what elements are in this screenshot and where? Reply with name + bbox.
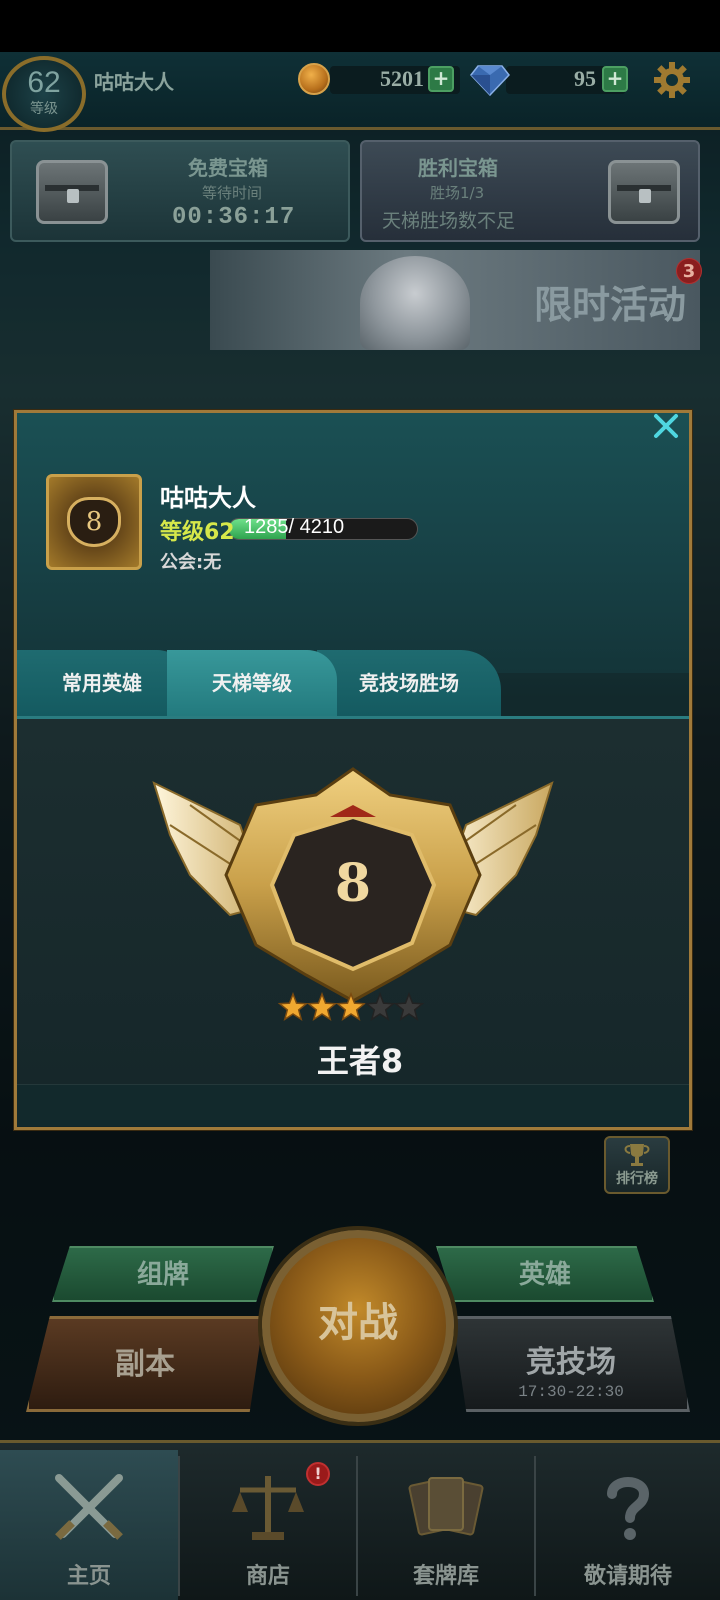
status-bar	[0, 0, 720, 52]
free-chest-timer: 00:36:17	[172, 204, 296, 231]
close-icon[interactable]	[652, 412, 680, 440]
event-character-art	[360, 256, 470, 350]
heroes-button[interactable]: 英雄	[436, 1246, 654, 1302]
chest-icon	[36, 160, 108, 224]
diamond-icon	[470, 65, 510, 96]
free-chest-title: 免费宝箱	[188, 156, 268, 180]
add-gold-button[interactable]: +	[428, 66, 454, 92]
trophy-icon	[624, 1144, 650, 1166]
nav-shop-label: 商店	[245, 1564, 290, 1589]
nav-home-label: 主页	[66, 1564, 111, 1589]
nav-home[interactable]: 主页	[0, 1450, 178, 1600]
rank-emblem-number: 8	[335, 853, 371, 914]
event-title: 限时活动	[533, 283, 686, 327]
profile-tabs: 常用英雄 竞技场胜场 天梯等级	[17, 650, 689, 718]
arena-label: 竞技场	[526, 1345, 616, 1380]
leaderboard-label: 排行榜	[616, 1171, 658, 1187]
battle-button[interactable]: 对战	[262, 1230, 454, 1422]
profile-name: 咕咕大人	[160, 484, 256, 512]
question-mark-icon	[607, 1477, 650, 1540]
player-name: 咕咕大人	[94, 70, 174, 94]
dialog-footer	[17, 1084, 689, 1126]
free-chest-panel[interactable]: 免费宝箱 等待时间 00:36:17	[10, 140, 350, 242]
chest-icon	[608, 160, 680, 224]
tab-common-heroes[interactable]: 常用英雄	[17, 650, 187, 716]
victory-chest-progress: 胜场1/3	[430, 184, 485, 202]
avatar-rank-number: 8	[67, 497, 121, 547]
crossed-swords-icon	[55, 1474, 123, 1540]
nav-coming-soon[interactable]: 敬请期待	[536, 1450, 720, 1600]
star-empty-icon	[364, 992, 396, 1021]
profile-avatar: 8	[46, 474, 142, 570]
gold-amount: 5201	[380, 66, 424, 91]
limited-event-banner[interactable]: 限时活动	[210, 250, 700, 350]
victory-chest-title: 胜利宝箱	[418, 156, 498, 180]
star-filled-icon	[306, 992, 338, 1021]
victory-chest-panel[interactable]: 胜利宝箱 胜场1/3 天梯胜场数不足	[360, 140, 700, 242]
tab-arena-wins[interactable]: 竞技场胜场	[317, 650, 501, 716]
rank-emblem-icon: 8	[152, 767, 554, 1003]
tab-ladder-level[interactable]: 天梯等级	[167, 650, 337, 716]
player-level-badge[interactable]: 62 等级	[2, 56, 86, 132]
star-filled-icon	[278, 992, 309, 1021]
free-chest-wait-label: 等待时间	[202, 184, 263, 202]
shop-alert-badge: !	[306, 1462, 330, 1486]
exp-text: 1285/ 4210	[244, 516, 345, 538]
gold-coin-icon	[298, 63, 330, 95]
dungeon-button[interactable]: 副本	[26, 1316, 264, 1412]
profile-level-label: 等级62	[160, 520, 235, 545]
leaderboard-button[interactable]: 排行榜	[604, 1136, 670, 1194]
nav-deck-library-label: 套牌库	[412, 1564, 479, 1589]
arena-button[interactable]: 竞技场 17:30-22:30	[452, 1316, 690, 1412]
star-filled-icon	[335, 992, 367, 1021]
deck-build-button[interactable]: 组牌	[52, 1246, 274, 1302]
rank-stars	[278, 992, 425, 1021]
gear-icon[interactable]	[652, 60, 692, 100]
event-notification-badge: 3	[676, 258, 702, 284]
gem-amount: 95	[574, 66, 596, 91]
level-number: 62	[27, 66, 61, 99]
nav-coming-soon-label: 敬请期待	[583, 1564, 672, 1589]
level-label: 等级	[30, 101, 58, 117]
rank-name: 王者8	[316, 1042, 404, 1080]
profile-guild: 公会:无	[160, 552, 222, 573]
add-gems-button[interactable]: +	[602, 66, 628, 92]
victory-chest-note: 天梯胜场数不足	[382, 210, 516, 232]
scales-icon	[232, 1476, 304, 1540]
arena-time: 17:30-22:30	[518, 1383, 624, 1401]
star-empty-icon	[393, 992, 425, 1021]
cards-icon	[408, 1477, 484, 1536]
nav-deck-library[interactable]: 套牌库	[358, 1450, 534, 1600]
